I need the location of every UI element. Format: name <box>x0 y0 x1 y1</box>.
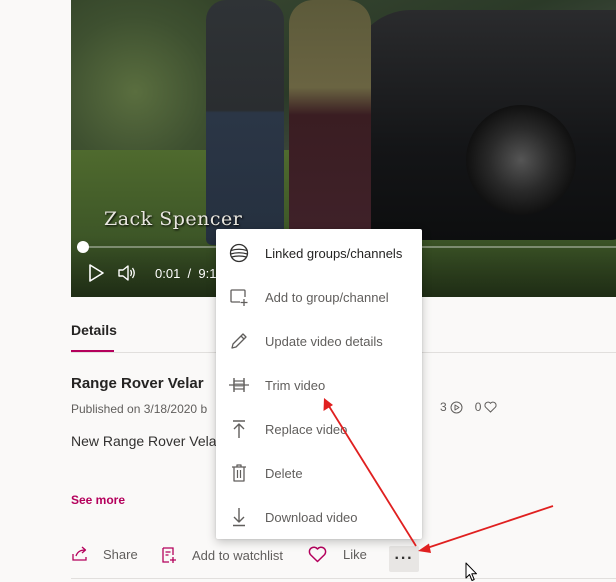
published-info: Published on 3/18/2020 b <box>71 402 208 416</box>
menu-item-add-to-group[interactable]: Add to group/channel <box>216 275 422 319</box>
video-frame-wheel <box>466 105 576 215</box>
action-bar: Share Add to watchlist Like <box>71 546 616 568</box>
mouse-cursor-icon <box>465 562 477 581</box>
menu-item-label: Linked groups/channels <box>265 245 403 261</box>
menu-item-linked-groups[interactable]: Linked groups/channels <box>216 231 422 275</box>
globe-icon <box>228 242 250 264</box>
heart-icon <box>308 546 327 563</box>
menu-item-label: Trim video <box>265 377 326 393</box>
download-icon <box>228 506 250 528</box>
video-stats: 3 0 <box>440 400 497 414</box>
duration: 9:1 <box>198 266 217 281</box>
pencil-icon <box>228 330 250 352</box>
video-title: Range Rover Velar <box>71 375 204 392</box>
time-display: 0:01 / 9:1 <box>155 266 216 281</box>
share-icon <box>72 546 87 561</box>
add-group-icon <box>228 286 250 308</box>
menu-item-label: Delete <box>265 465 303 481</box>
see-more-link[interactable]: See more <box>71 493 125 507</box>
menu-item-delete[interactable]: Delete <box>216 451 422 495</box>
menu-item-label: Update video details <box>265 333 383 349</box>
menu-item-replace-video[interactable]: Replace video <box>216 407 422 451</box>
time-separator: / <box>187 266 192 281</box>
video-frame-person-2 <box>289 0 371 250</box>
views-count: 3 <box>440 400 447 414</box>
more-options-button[interactable]: ··· <box>389 546 419 572</box>
likes-count: 0 <box>474 400 482 414</box>
menu-item-label: Replace video <box>265 421 348 437</box>
like-label: Like <box>343 547 367 562</box>
current-time: 0:01 <box>155 266 181 281</box>
video-caption: Zack Spencer <box>104 208 243 230</box>
views-icon <box>450 401 463 413</box>
video-description: New Range Rover Velar <box>71 433 222 449</box>
watchlist-label: Add to watchlist <box>192 547 284 563</box>
menu-item-download-video[interactable]: Download video <box>216 495 422 539</box>
tab-details[interactable]: Details <box>71 322 117 338</box>
menu-item-trim-video[interactable]: Trim video <box>216 363 422 407</box>
trim-icon <box>228 374 250 396</box>
share-label: Share <box>103 546 138 562</box>
trash-icon <box>228 462 250 484</box>
share-button[interactable]: Share <box>71 546 138 562</box>
add-to-watchlist-button[interactable]: Add to watchlist <box>160 546 283 564</box>
menu-item-label: Add to group/channel <box>265 289 389 305</box>
like-button[interactable]: Like <box>308 546 367 563</box>
volume-icon[interactable] <box>117 264 137 282</box>
watchlist-icon <box>162 547 176 563</box>
heart-small-icon <box>484 401 497 413</box>
upload-icon <box>228 418 250 440</box>
menu-item-label: Download video <box>265 509 358 525</box>
menu-item-update-details[interactable]: Update video details <box>216 319 422 363</box>
play-icon[interactable] <box>87 264 105 282</box>
more-options-menu: Linked groups/channels Add to group/chan… <box>216 229 422 539</box>
action-bar-divider <box>71 578 616 579</box>
